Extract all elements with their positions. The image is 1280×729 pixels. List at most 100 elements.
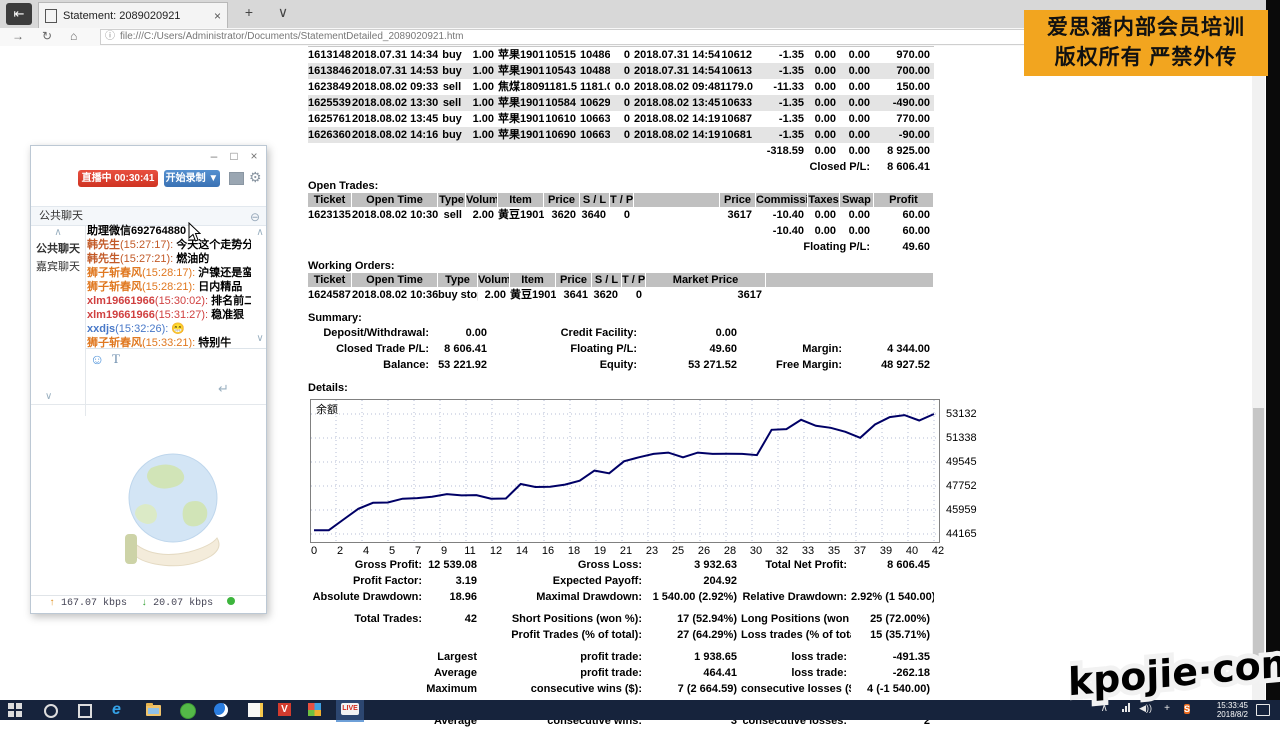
chart-plot-area <box>310 399 940 543</box>
x-axis-tick: 2 <box>330 545 350 557</box>
layout-grid-icon[interactable] <box>229 172 244 185</box>
table-cell: 苹果1901 <box>498 127 544 143</box>
y-axis-tick: 53132 <box>946 408 991 420</box>
table-cell: 0 <box>622 287 646 303</box>
chat-message: xxdjs(15:32:26):😁 <box>87 322 251 336</box>
table-cell: 1181.5 <box>544 79 580 95</box>
table-cell: Profit Factor: <box>308 573 426 589</box>
chat-scroll-up-icon[interactable]: ∧ <box>255 226 265 240</box>
home-icon[interactable]: ⌂ <box>70 29 77 43</box>
table-cell: T / P <box>610 193 634 207</box>
live-status-button[interactable]: 直播中 00:30:41 ▼ <box>78 170 158 187</box>
file-explorer-icon[interactable] <box>146 702 162 718</box>
table-cell: Total Net Profit: <box>741 557 851 573</box>
table-row: -10.400.000.0060.00 <box>308 223 934 239</box>
chat-scrollbar[interactable]: ∧ ∨ <box>255 226 265 346</box>
live-chat-window: – □ × 直播中 00:30:41 ▼ 开始录制 ▼ ⚙ 公共聊天 ⊖ ∧ 公… <box>30 145 267 614</box>
close-icon[interactable]: × <box>246 148 262 164</box>
minimize-icon[interactable]: – <box>206 148 222 164</box>
x-axis-tick: 33 <box>798 545 818 557</box>
notes-app-icon[interactable] <box>248 702 264 718</box>
scrollbar-thumb[interactable] <box>1253 408 1264 658</box>
sidebar-item-public-chat[interactable]: 公共聊天 <box>31 240 85 258</box>
sidebar-down-icon[interactable]: ∨ <box>45 390 52 404</box>
table-cell: Profit Trades (% of total): <box>481 627 646 643</box>
table-cell <box>308 627 426 643</box>
table-cell: 204.92 <box>646 573 741 589</box>
tab-preview-chevron-icon[interactable]: ∨ <box>272 4 294 21</box>
gear-icon[interactable]: ⚙ <box>249 169 262 186</box>
table-row: Absolute Drawdown:18.96Maximal Drawdown:… <box>308 589 934 605</box>
table-cell: 1 540.00 (2.92%) <box>646 589 741 605</box>
start-recording-button[interactable]: 开始录制 ▼ <box>164 170 220 187</box>
table-cell <box>846 325 934 341</box>
page-icon <box>45 9 57 23</box>
sidebar-item-guest-chat[interactable]: 嘉宾聊天 <box>31 258 85 276</box>
message-author: xlm19661966 <box>87 309 155 321</box>
y-axis-tick: 45959 <box>946 504 991 516</box>
table-cell: 0.00 <box>808 223 840 239</box>
table-cell: 0 <box>610 127 634 143</box>
browser-tab[interactable]: Statement: 2089020921 × <box>38 2 228 28</box>
tab-close-icon[interactable]: × <box>214 9 221 23</box>
maximize-icon[interactable]: □ <box>226 148 242 164</box>
live-badge: LIVE <box>341 703 359 715</box>
message-text: 燃油的 <box>176 253 209 265</box>
x-axis-tick: 26 <box>694 545 714 557</box>
table-cell: 0.00 <box>840 111 874 127</box>
table-cell: 1613846 <box>308 63 352 79</box>
table-cell: 60.00 <box>874 207 934 223</box>
table-cell: Largest <box>426 649 481 665</box>
message-time: (15:28:21): <box>142 281 195 293</box>
divider <box>31 404 266 405</box>
table-row: TicketOpen TimeTypeVolumeItemPriceS / LT… <box>308 273 934 287</box>
collapse-icon[interactable]: ⊖ <box>250 208 260 226</box>
new-tab-button[interactable]: + <box>238 4 260 20</box>
message-author: xxdjs <box>87 323 115 335</box>
table-cell: 10663 <box>580 111 610 127</box>
table-cell: 10629 <box>580 95 610 111</box>
forward-icon[interactable]: → <box>12 29 24 43</box>
page-scrollbar[interactable]: ∧ <box>1252 46 1265 700</box>
table-cell: -10.40 <box>756 223 808 239</box>
refresh-icon[interactable]: ↻ <box>42 29 52 43</box>
media-app-icon[interactable] <box>308 702 324 718</box>
360-browser-icon[interactable] <box>180 702 196 718</box>
table-cell: -11.33 <box>756 79 808 95</box>
start-button-icon[interactable] <box>8 702 24 718</box>
chat-message: 狮子斩春风(15:28:21):日内精品 <box>87 280 251 294</box>
message-text: 沪镍还是蛮流畅的 <box>198 267 251 279</box>
sidebar-up-icon[interactable]: ∧ <box>31 226 85 240</box>
table-cell: 3640 <box>580 207 610 223</box>
screen-capture-icon[interactable]: ⇤ <box>6 3 32 25</box>
edge-browser-icon[interactable]: e <box>112 702 128 718</box>
emoji-icon[interactable]: ☺ <box>90 351 104 367</box>
table-cell: Ticket <box>308 273 352 287</box>
table-cell: consecutive wins ($): <box>481 681 646 697</box>
foxit-reader-icon[interactable]: V <box>278 702 294 718</box>
chat-input[interactable] <box>86 368 266 402</box>
info-icon[interactable]: ⓘ <box>105 30 115 44</box>
table-row: 16238492018.08.02 09:33:52sell1.00焦煤1809… <box>308 79 934 95</box>
table-row: Profit Factor:3.19Expected Payoff:204.92 <box>308 573 934 589</box>
table-cell: 2018.08.02 14:19:42 <box>634 127 720 143</box>
table-cell <box>438 223 466 239</box>
table-cell: 焦煤1809 <box>498 79 544 95</box>
qq-browser-icon[interactable] <box>214 702 230 718</box>
chat-scroll-down-icon[interactable]: ∨ <box>255 332 265 346</box>
live-stream-app-icon[interactable]: LIVE <box>336 700 364 722</box>
cortana-icon[interactable] <box>44 704 60 720</box>
task-view-icon[interactable] <box>78 704 94 720</box>
watermark-line-1: 爱思潘内部会员培训 <box>1024 13 1268 43</box>
table-cell: 苹果1901 <box>498 47 544 63</box>
table-cell: 1.00 <box>466 111 498 127</box>
x-axis-tick: 14 <box>512 545 532 557</box>
table-cell <box>308 649 426 665</box>
table-row: 16255392018.08.02 13:30:15sell1.00苹果1901… <box>308 95 934 111</box>
table-cell: -90.00 <box>874 127 934 143</box>
table-cell: sell <box>438 95 466 111</box>
send-icon[interactable]: ↵ <box>218 381 229 397</box>
font-icon[interactable]: T <box>112 351 120 367</box>
chat-titlebar[interactable]: – □ × <box>31 146 266 166</box>
message-text: 日内精品 <box>198 281 242 293</box>
